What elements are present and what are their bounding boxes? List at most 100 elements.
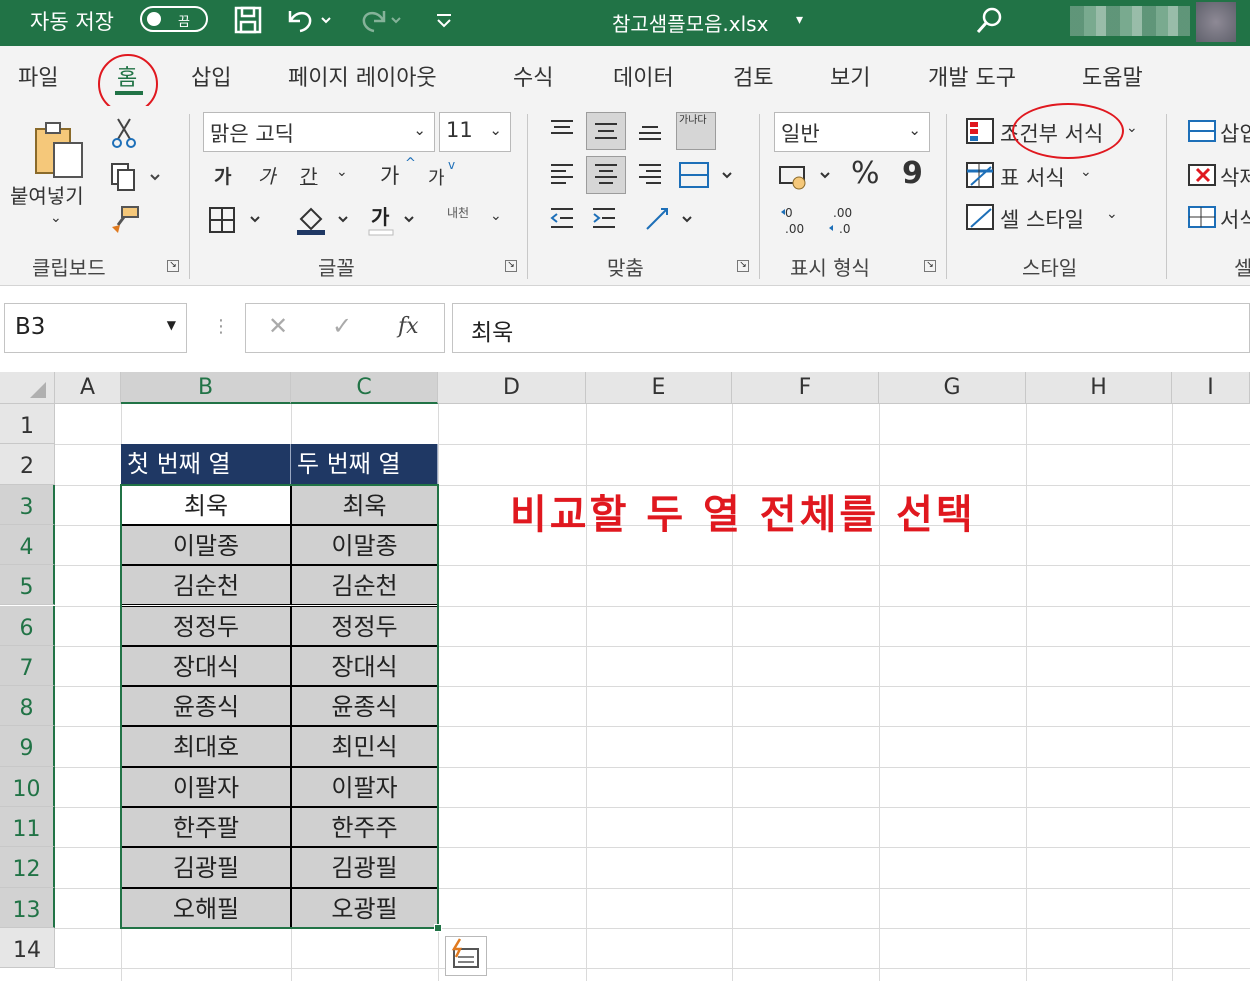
cell-style-chevron-icon[interactable]: ⌄ xyxy=(1106,206,1118,222)
comma-button[interactable]: 9 xyxy=(902,156,923,191)
delete-cells-button[interactable]: 삭제 xyxy=(1220,162,1250,192)
delete-cells-icon[interactable] xyxy=(1186,160,1218,190)
column-header-h[interactable]: H xyxy=(1026,372,1172,404)
format-cells-icon[interactable] xyxy=(1186,202,1218,232)
row-header-7[interactable]: 7 xyxy=(0,645,55,687)
align-left-icon[interactable] xyxy=(546,158,578,190)
borders-icon[interactable] xyxy=(206,204,270,236)
align-bottom-icon[interactable] xyxy=(634,114,666,146)
fill-handle[interactable] xyxy=(434,923,442,932)
redo-icon[interactable] xyxy=(356,4,404,36)
paste-chevron-icon[interactable]: ⌄ xyxy=(50,210,62,226)
increase-decimal-icon[interactable]: 0.00 xyxy=(778,202,814,238)
clipboard-launcher-icon[interactable]: ↘ xyxy=(167,260,179,272)
italic-button[interactable]: 가 xyxy=(258,162,275,189)
row-header-5[interactable]: 5 xyxy=(0,565,55,606)
cell-style-button[interactable]: 셀 스타일 xyxy=(1000,204,1084,234)
header-cell-second-column[interactable]: 두 번째 열 xyxy=(291,444,438,485)
tab-file[interactable]: 파일 xyxy=(18,60,58,92)
row-header-13[interactable]: 13 xyxy=(0,887,55,928)
merge-center-icon[interactable] xyxy=(676,158,740,192)
row-header-3[interactable]: 3 xyxy=(0,484,55,525)
tab-insert[interactable]: 삽입 xyxy=(191,60,231,92)
avatar[interactable] xyxy=(1196,2,1236,42)
customize-qat-icon[interactable] xyxy=(430,6,458,34)
align-middle-button[interactable] xyxy=(586,112,626,150)
wrap-text-button[interactable]: 가나다 xyxy=(676,112,716,150)
font-grow-button[interactable]: 가 xyxy=(380,160,399,190)
formula-input[interactable]: 최욱 xyxy=(452,303,1250,353)
table-format-chevron-icon[interactable]: ⌄ xyxy=(1080,164,1092,180)
column-header-i[interactable]: I xyxy=(1172,372,1250,404)
splitter-dots-icon[interactable]: ⋮ xyxy=(212,316,230,337)
number-launcher-icon[interactable]: ↘ xyxy=(924,260,936,272)
insert-cells-icon[interactable] xyxy=(1186,116,1218,146)
column-header-g[interactable]: G xyxy=(879,372,1026,404)
quick-analysis-icon[interactable] xyxy=(445,935,487,976)
column-header-e[interactable]: E xyxy=(586,372,732,404)
font-size-dropdown[interactable]: 11 ⌄ xyxy=(439,112,511,152)
undo-icon[interactable] xyxy=(284,4,332,36)
search-icon[interactable] xyxy=(973,4,1007,38)
align-right-icon[interactable] xyxy=(634,158,666,190)
decrease-decimal-icon[interactable]: .00.0 xyxy=(826,202,862,238)
fill-color-icon[interactable] xyxy=(294,202,358,238)
underline-chevron-icon[interactable]: ⌄ xyxy=(336,164,348,180)
cut-icon[interactable] xyxy=(108,116,140,150)
accounting-format-icon[interactable] xyxy=(776,160,836,192)
orientation-icon[interactable] xyxy=(640,202,704,236)
row-header-2[interactable]: 2 xyxy=(0,444,55,485)
tab-data[interactable]: 데이터 xyxy=(613,60,674,92)
insert-cells-button[interactable]: 삽입 xyxy=(1220,118,1250,148)
row-header-12[interactable]: 12 xyxy=(0,847,55,888)
conditional-format-icon[interactable] xyxy=(964,116,996,146)
name-box[interactable]: B3 ▼ xyxy=(4,303,187,353)
percent-button[interactable]: % xyxy=(851,156,880,191)
copy-icon[interactable] xyxy=(108,160,164,194)
paste-label[interactable]: 붙여넣기 xyxy=(10,180,84,209)
cell-style-icon[interactable] xyxy=(964,202,996,232)
filename-chevron-icon[interactable]: ▾ xyxy=(796,12,803,28)
tab-formulas[interactable]: 수식 xyxy=(513,60,553,92)
header-cell-first-column[interactable]: 첫 번째 열 xyxy=(121,444,291,485)
font-launcher-icon[interactable]: ↘ xyxy=(505,260,517,272)
table-format-icon[interactable] xyxy=(964,160,996,190)
column-header-d[interactable]: D xyxy=(438,372,586,404)
align-center-button[interactable] xyxy=(586,156,626,194)
phonetic-button[interactable]: 내천 xyxy=(447,204,469,221)
row-header-4[interactable]: 4 xyxy=(0,524,55,566)
phonetic-chevron-icon[interactable]: ⌄ xyxy=(490,208,502,224)
name-box-chevron-icon[interactable]: ▼ xyxy=(167,318,176,332)
tab-developer[interactable]: 개발 도구 xyxy=(928,60,1016,92)
save-icon[interactable] xyxy=(232,4,264,36)
row-header-6[interactable]: 6 xyxy=(0,605,55,646)
row-header-11[interactable]: 11 xyxy=(0,807,55,848)
column-header-c[interactable]: C xyxy=(291,372,438,404)
align-top-icon[interactable] xyxy=(546,114,578,146)
select-all-button[interactable] xyxy=(0,372,55,404)
underline-button[interactable]: 간 xyxy=(300,162,317,189)
row-header-8[interactable]: 8 xyxy=(0,686,55,727)
row-header-10[interactable]: 10 xyxy=(0,766,55,807)
decrease-indent-icon[interactable] xyxy=(546,202,578,234)
tab-view[interactable]: 보기 xyxy=(830,60,870,92)
font-name-dropdown[interactable]: 맑은 고딕 ⌄ xyxy=(203,112,435,152)
alignment-launcher-icon[interactable]: ↘ xyxy=(737,260,749,272)
column-header-b[interactable]: B xyxy=(121,372,291,404)
font-color-icon[interactable]: 가 xyxy=(364,202,424,238)
column-header-f[interactable]: F xyxy=(732,372,879,404)
bold-button[interactable]: 가 xyxy=(214,162,231,189)
format-cells-button[interactable]: 서식 xyxy=(1220,204,1250,234)
enter-check-icon[interactable]: ✓ xyxy=(332,312,352,340)
font-shrink-button[interactable]: 가 xyxy=(428,164,445,190)
number-format-dropdown[interactable]: 일반 ⌄ xyxy=(774,112,930,152)
autosave-toggle[interactable]: 끔 xyxy=(140,6,208,32)
row-header-14[interactable]: 14 xyxy=(0,927,55,969)
tab-page-layout[interactable]: 페이지 레이아웃 xyxy=(288,60,437,92)
insert-function-button[interactable]: fx xyxy=(398,314,419,339)
spreadsheet-grid[interactable]: A B C D E F G H I 1 2 3 4 5 6 7 8 9 10 11 12 13 14 첫 번째 열두 번째 열… xyxy=(0,372,1250,981)
increase-indent-icon[interactable] xyxy=(588,202,620,234)
format-painter-icon[interactable] xyxy=(108,202,144,236)
table-format-button[interactable]: 표 서식 xyxy=(1000,162,1065,192)
cancel-icon[interactable]: ✕ xyxy=(268,312,288,340)
